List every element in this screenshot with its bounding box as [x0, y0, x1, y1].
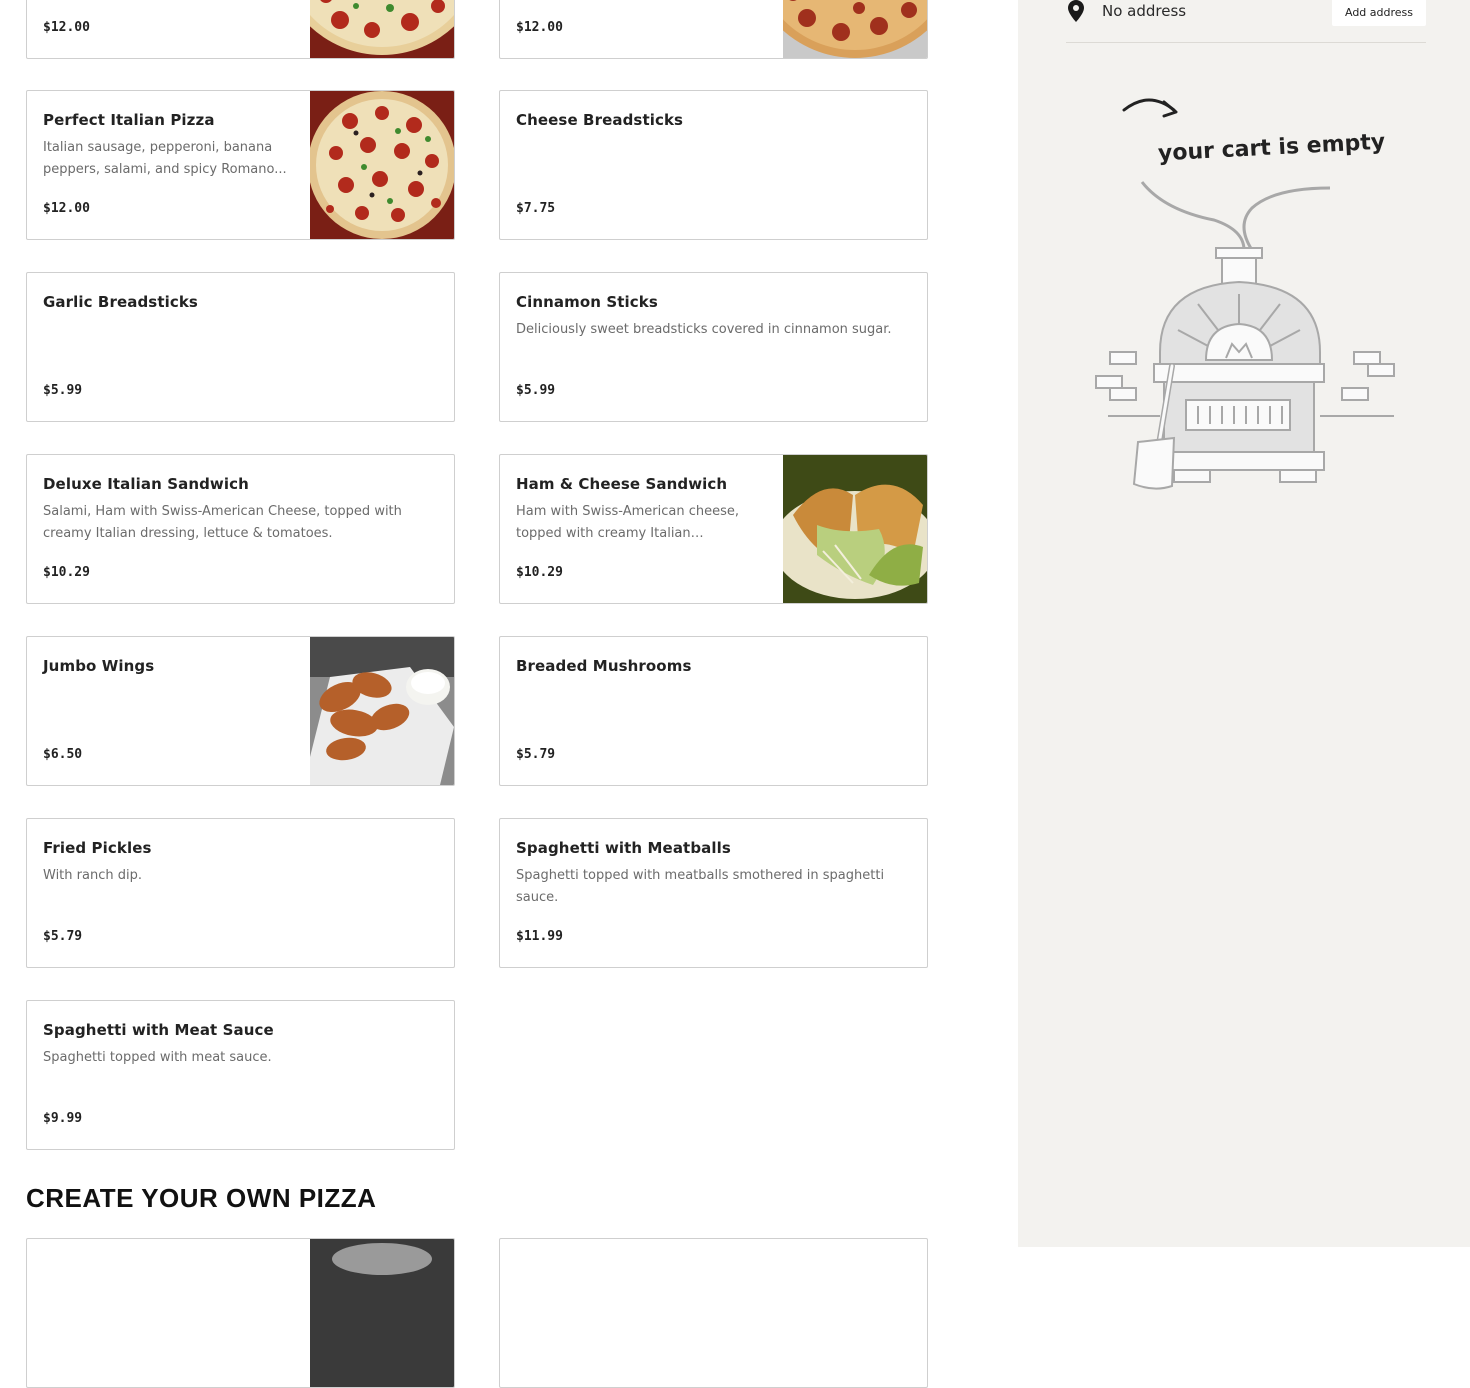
cart-sidebar: No address Add address your cart is empt…	[1018, 0, 1470, 1247]
menu-item-card[interactable]: Jumbo Wings $6.50	[26, 636, 455, 786]
item-title: Spaghetti with Meat Sauce	[43, 1021, 274, 1039]
map-pin-icon	[1068, 0, 1084, 22]
item-title: Spaghetti with Meatballs	[516, 839, 731, 857]
item-price: $12.00	[516, 20, 563, 35]
item-price: $9.99	[43, 1111, 83, 1126]
item-description: Deliciously sweet breadsticks covered in…	[516, 322, 892, 337]
menu-item-card[interactable]: Breaded Mushrooms $5.79	[499, 636, 928, 786]
menu-item-card[interactable]: Deluxe Italian Sandwich Salami, Ham with…	[26, 454, 455, 604]
menu-item-card[interactable]: $12.00	[26, 0, 455, 59]
item-title: Fried Pickles	[43, 839, 152, 857]
item-price: $12.00	[43, 201, 90, 216]
empty-cart-illustration: your cart is empty	[1094, 90, 1404, 500]
menu-item-card[interactable]: Cinnamon Sticks Deliciously sweet breads…	[499, 272, 928, 422]
wings-photo	[310, 637, 454, 785]
menu-item-card[interactable]: Perfect Italian Pizza Italian sausage, p…	[26, 90, 455, 240]
item-title: Ham & Cheese Sandwich	[516, 475, 728, 493]
item-description: With ranch dip.	[43, 868, 142, 883]
item-description: Spaghetti topped with meat sauce.	[43, 1050, 272, 1065]
pizza-photo	[310, 1239, 454, 1387]
item-price: $7.75	[516, 201, 556, 216]
menu-item-card[interactable]: $12.00	[499, 0, 928, 59]
item-title: Deluxe Italian Sandwich	[43, 475, 249, 493]
item-price: $5.79	[43, 929, 83, 944]
address-text: No address	[1102, 2, 1187, 20]
item-title: Jumbo Wings	[43, 657, 155, 675]
menu-item-card[interactable]: Fried Pickles With ranch dip. $5.79	[26, 818, 455, 968]
pizza-photo	[310, 0, 454, 58]
pizza-photo	[783, 0, 927, 58]
item-description: Salami, Ham with Swiss-American Cheese, …	[43, 504, 402, 541]
menu-item-card[interactable]: Garlic Breadsticks $5.99	[26, 272, 455, 422]
item-price: $6.50	[43, 747, 83, 762]
menu-item-card[interactable]: Ham & Cheese Sandwich Ham with Swiss-Ame…	[499, 454, 928, 604]
item-description: Spaghetti topped with meatballs smothere…	[516, 868, 885, 905]
item-price: $5.79	[516, 747, 556, 762]
section-heading: CREATE YOUR OWN PIZZA	[26, 1183, 377, 1213]
menu-list: $12.00 $12.00 Perfect Italian Pizza Ital…	[0, 0, 1018, 1388]
item-title: Cinnamon Sticks	[516, 293, 658, 311]
item-price: $5.99	[43, 383, 83, 398]
menu-item-card[interactable]: Spaghetti with Meat Sauce Spaghetti topp…	[26, 1000, 455, 1150]
menu-item-card[interactable]: Cheese Breadsticks $7.75	[499, 90, 928, 240]
item-title: Cheese Breadsticks	[516, 111, 684, 129]
item-title: Perfect Italian Pizza	[43, 111, 215, 129]
pizza-photo	[310, 91, 454, 239]
item-price: $12.00	[43, 20, 90, 35]
menu-item-card[interactable]	[499, 1238, 928, 1388]
item-price: $11.99	[516, 929, 563, 944]
pizza-peel-icon	[1132, 436, 1176, 490]
item-price: $10.29	[43, 565, 90, 580]
item-title: Garlic Breadsticks	[43, 293, 198, 311]
item-price: $5.99	[516, 383, 556, 398]
menu-item-card[interactable]: Spaghetti with Meatballs Spaghetti toppe…	[499, 818, 928, 968]
sandwich-photo	[783, 455, 927, 603]
item-price: $10.29	[516, 565, 563, 580]
item-description: Italian sausage, pepperoni, banana peppe…	[43, 140, 287, 177]
add-address-button[interactable]: Add address	[1332, 0, 1426, 26]
item-description: Ham with Swiss-American cheese, topped w…	[516, 504, 739, 541]
empty-cart-label: your cart is empty	[1157, 130, 1385, 167]
menu-item-card[interactable]	[26, 1238, 455, 1388]
delivery-address-row: No address Add address	[1066, 0, 1426, 43]
item-title: Breaded Mushrooms	[516, 657, 692, 675]
